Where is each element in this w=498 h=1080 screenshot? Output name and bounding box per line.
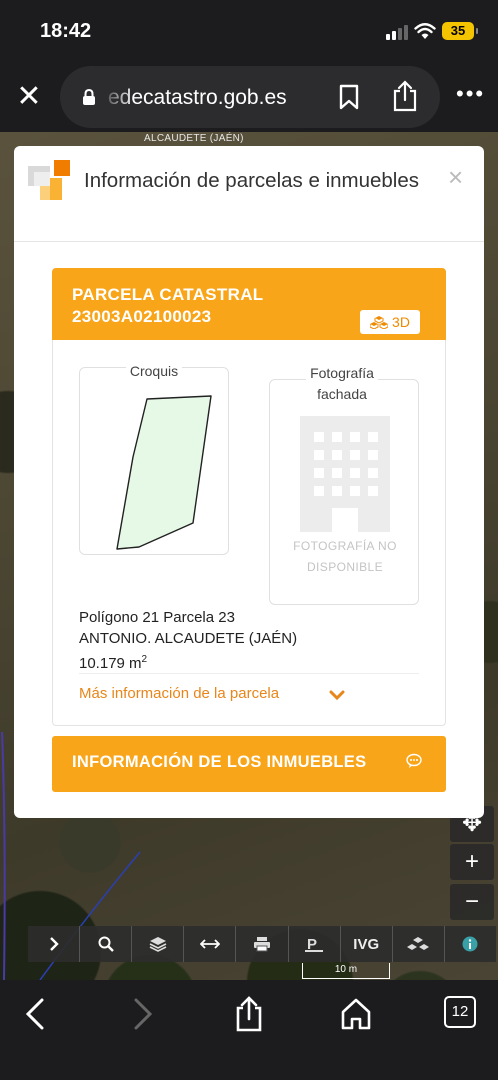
view-3d-label: 3D (392, 314, 410, 330)
photo-caption-line1: FOTOGRAFÍA NO (293, 539, 397, 553)
url-text: edecatastro.gob.es (108, 86, 287, 109)
parcel-area: 10.179 m2 (79, 649, 297, 674)
layers-icon[interactable] (132, 926, 185, 962)
facade-photo-label: Fotografía fachada (265, 363, 419, 405)
share-icon[interactable] (392, 80, 418, 112)
building-icon (300, 416, 390, 532)
close-icon[interactable]: ✕ (14, 82, 44, 112)
3d-icon (370, 316, 389, 329)
facade-label-line2: fachada (313, 384, 371, 405)
parcel-details: Polígono 21 Parcela 23 ANTONIO. ALCAUDET… (79, 607, 297, 674)
share-icon[interactable] (229, 994, 269, 1034)
parcel-area-value: 10.179 m (79, 655, 142, 672)
map-toolbar: P IVG (28, 926, 496, 962)
croquis-label: Croquis (79, 363, 229, 379)
parcel-title-line1: PARCELA CATASTRAL (72, 285, 264, 304)
parcel-location: Polígono 21 Parcela 23 (79, 609, 235, 626)
chat-bubble-icon (406, 753, 422, 768)
facade-label-line1: Fotografía (306, 363, 378, 384)
dialog-header: Información de parcelas e inmuebles × (14, 146, 484, 242)
parcel-title: PARCELA CATASTRAL 23003A02100023 (72, 284, 263, 328)
ivg-button[interactable]: IVG (341, 926, 393, 962)
tabs-button[interactable]: 12 (444, 996, 476, 1028)
signal-icon (386, 24, 408, 40)
parcel-card: PARCELA CATASTRAL 23003A02100023 3D Croq… (52, 268, 446, 726)
parcel-info-dialog: Información de parcelas e inmuebles × PA… (14, 146, 484, 818)
battery-icon: 35 (442, 22, 478, 40)
map-place-label: ALCAUDETE (JAÉN) (144, 133, 244, 144)
facade-photo-frame: FOTOGRAFÍA NO DISPONIBLE (269, 379, 419, 605)
3d-icon[interactable] (393, 926, 445, 962)
parcel-area-exponent: 2 (141, 654, 148, 665)
bookmark-icon[interactable] (338, 84, 360, 110)
zoom-in-button[interactable]: + (450, 844, 494, 880)
map-scale: 10 m (302, 963, 390, 979)
divider (79, 673, 419, 674)
status-bar: 18:42 35 (0, 0, 498, 62)
lock-icon (83, 89, 95, 105)
print-icon[interactable] (236, 926, 289, 962)
parking-icon[interactable]: P (289, 926, 341, 962)
parcel-reference: 23003A02100023 (72, 307, 212, 326)
expand-toolbar-icon[interactable] (28, 926, 81, 962)
status-time: 18:42 (40, 20, 92, 42)
home-icon[interactable] (336, 994, 376, 1034)
url-fade (100, 76, 134, 118)
search-icon[interactable] (80, 926, 133, 962)
parcel-card-header: PARCELA CATASTRAL 23003A02100023 3D (52, 268, 446, 340)
more-parcel-info-link[interactable]: Más información de la parcela (79, 685, 279, 702)
view-3d-button[interactable]: 3D (360, 310, 420, 334)
parcel-owner-place: ANTONIO. ALCAUDETE (JAÉN) (79, 630, 298, 647)
wifi-icon (414, 23, 436, 39)
chevron-down-icon[interactable] (329, 689, 345, 701)
browser-bottom-bar: 12 (0, 980, 498, 1080)
url-bar[interactable]: edecatastro.gob.es (60, 66, 440, 128)
measure-icon[interactable] (184, 926, 237, 962)
info-icon[interactable] (445, 926, 496, 962)
property-info-label: INFORMACIÓN DE LOS INMUEBLES (72, 753, 367, 771)
property-info-button[interactable]: INFORMACIÓN DE LOS INMUEBLES (52, 736, 446, 792)
parcel-sketch[interactable] (79, 387, 229, 557)
browser-top-bar: ✕ edecatastro.gob.es ••• (0, 62, 498, 132)
photo-caption-line2: DISPONIBLE (306, 560, 384, 574)
back-icon[interactable] (16, 994, 56, 1034)
dialog-title: Información de parcelas e inmuebles (84, 169, 420, 192)
photo-unavailable-caption: FOTOGRAFÍA NO DISPONIBLE (270, 536, 420, 578)
close-icon[interactable]: × (448, 164, 463, 190)
croquis-label-text: Croquis (125, 363, 183, 379)
catastro-logo-icon (28, 160, 70, 200)
forward-icon[interactable] (122, 994, 162, 1034)
more-icon[interactable]: ••• (456, 83, 485, 105)
zoom-out-button[interactable]: − (450, 884, 494, 920)
